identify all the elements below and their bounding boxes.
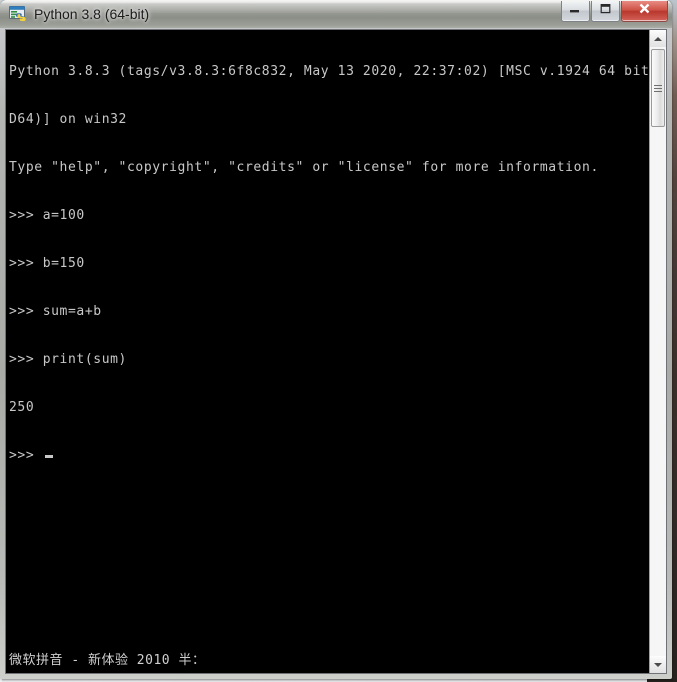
minimize-button[interactable] [561, 1, 590, 22]
console-line: >>> a=100 [9, 208, 85, 223]
console-line: >>> print(sum) [9, 352, 127, 367]
scroll-down-arrow-icon [654, 662, 662, 667]
python-console-window[interactable]: Python 3.8 (64-bit) Python 3.8.3 (tags/v… [0, 0, 672, 679]
console-line: >>> b=150 [9, 256, 85, 271]
close-button[interactable] [621, 1, 668, 22]
scrollbar-track[interactable] [650, 47, 666, 656]
console-prompt: >>> [9, 448, 43, 463]
console-line: D64)] on win32 [9, 112, 127, 127]
maximize-button[interactable] [591, 1, 620, 22]
maximize-icon [599, 2, 612, 20]
python-console-icon [9, 5, 27, 23]
title-bar[interactable]: Python 3.8 (64-bit) [0, 0, 672, 28]
scroll-up-button[interactable] [650, 30, 666, 47]
ime-status-text: 微软拼音 - 新体验 2010 半： [9, 653, 206, 668]
console-output: Python 3.8.3 (tags/v3.8.3:6f8c832, May 1… [9, 32, 667, 496]
console-client-area[interactable]: Python 3.8.3 (tags/v3.8.3:6f8c832, May 1… [5, 29, 667, 674]
scroll-up-arrow-icon [654, 36, 662, 41]
caption-button-group [560, 1, 668, 23]
block-cursor [44, 455, 53, 458]
console-line: Type "help", "copyright", "credits" or "… [9, 160, 599, 175]
console-line: 250 [9, 400, 35, 415]
console-line: >>> sum=a+b [9, 304, 102, 319]
scrollbar-grip-icon [654, 84, 662, 92]
scrollbar-thumb[interactable] [651, 49, 665, 127]
vertical-scrollbar[interactable] [649, 30, 666, 673]
minimize-icon [569, 2, 582, 20]
close-icon [637, 2, 652, 20]
console-line: Python 3.8.3 (tags/v3.8.3:6f8c832, May 1… [9, 64, 667, 79]
console-prompt-line[interactable]: >>> [9, 448, 639, 464]
scroll-down-button[interactable] [650, 656, 666, 673]
window-title: Python 3.8 (64-bit) [34, 6, 150, 22]
